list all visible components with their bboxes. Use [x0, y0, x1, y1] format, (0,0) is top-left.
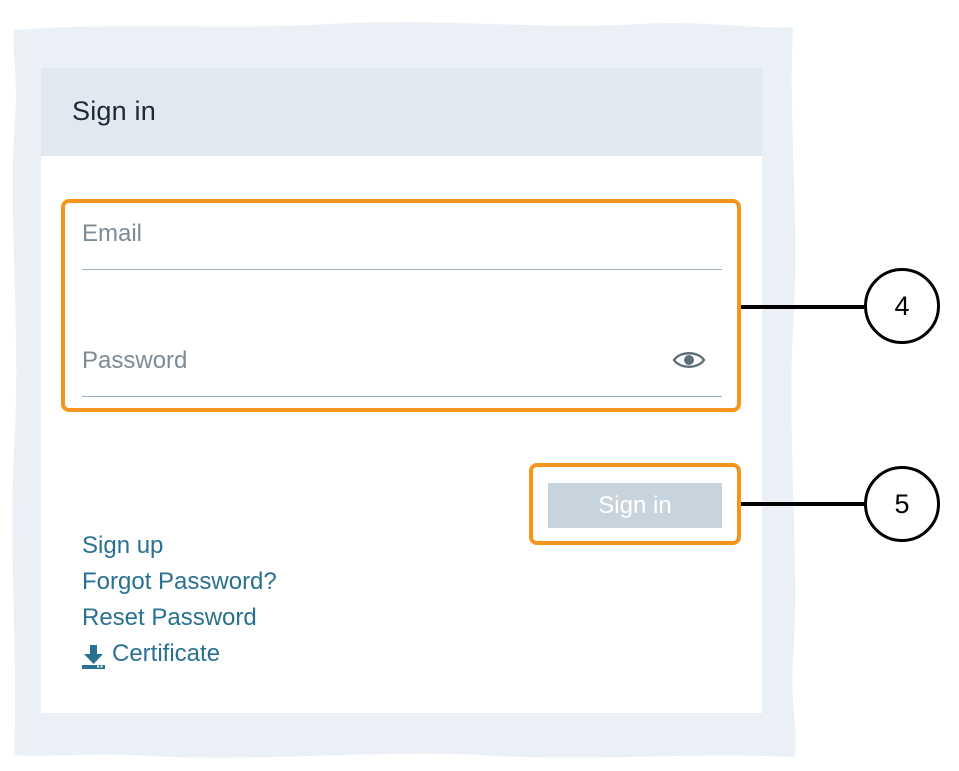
signup-link[interactable]: Sign up — [82, 532, 163, 560]
forgot-password-link[interactable]: Forgot Password? — [82, 568, 277, 596]
certificate-link[interactable]: Certificate — [112, 640, 220, 668]
card-header: Sign in — [41, 68, 762, 156]
callout-number-5: 5 — [864, 466, 940, 542]
callout-frame-button — [529, 463, 741, 545]
leader-line-button — [741, 502, 864, 506]
reset-password-link[interactable]: Reset Password — [82, 604, 257, 632]
leader-line-fields — [741, 305, 864, 309]
card-title: Sign in — [72, 96, 156, 126]
callout-number-4: 4 — [864, 268, 940, 344]
download-icon[interactable] — [81, 644, 106, 670]
callout-frame-fields — [61, 199, 741, 412]
